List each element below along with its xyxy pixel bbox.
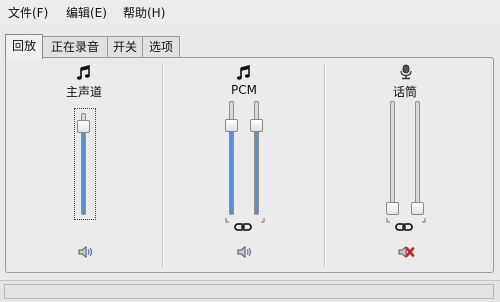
channel-lock-icon[interactable] [225,217,265,233]
channel-divider [162,64,164,267]
music-note-icon [76,65,90,80]
tab-options[interactable]: 选项 [142,36,180,57]
speaker-icon[interactable] [77,245,95,259]
menu-edit[interactable]: 编辑(E) [66,4,107,22]
volume-level-fill [230,122,233,214]
microphone-icon [400,64,412,80]
tab-playback-label: 回放 [11,39,36,53]
volume-slider-handle[interactable] [411,202,424,215]
channel-label-mic: 话筒 [392,85,417,99]
channel-lock-icon[interactable] [386,217,426,233]
channel-label-master: 主声道 [65,85,102,99]
menu-bar: 文件(F) 编辑(E) 帮助(H) [0,0,500,24]
tab-switches[interactable]: 开关 [107,36,143,57]
channel-label-pcm: PCM [231,83,257,97]
volume-level-fill [82,122,85,214]
volume-slider-handle[interactable] [386,202,399,215]
tab-switches-label: 开关 [112,40,137,54]
volume-level-fill [255,122,258,214]
volume-slider-track[interactable] [415,101,420,215]
music-note-icon [236,65,250,80]
tab-options-label: 选项 [148,40,173,54]
menu-file[interactable]: 文件(F) [8,4,48,22]
volume-slider-handle[interactable] [225,119,238,132]
status-text [4,284,494,299]
tab-recording-label: 正在录音 [50,40,99,54]
speaker-muted-icon[interactable] [397,245,415,259]
menu-help[interactable]: 帮助(H) [123,4,165,22]
tab-playback[interactable]: 回放 [5,34,43,59]
channel-divider [324,64,326,267]
tab-recording[interactable]: 正在录音 [42,36,108,57]
status-bar [0,280,500,302]
volume-slider-handle[interactable] [250,119,263,132]
speaker-icon[interactable] [236,245,254,259]
volume-slider-handle[interactable] [77,120,90,133]
volume-slider-track[interactable] [390,101,395,215]
